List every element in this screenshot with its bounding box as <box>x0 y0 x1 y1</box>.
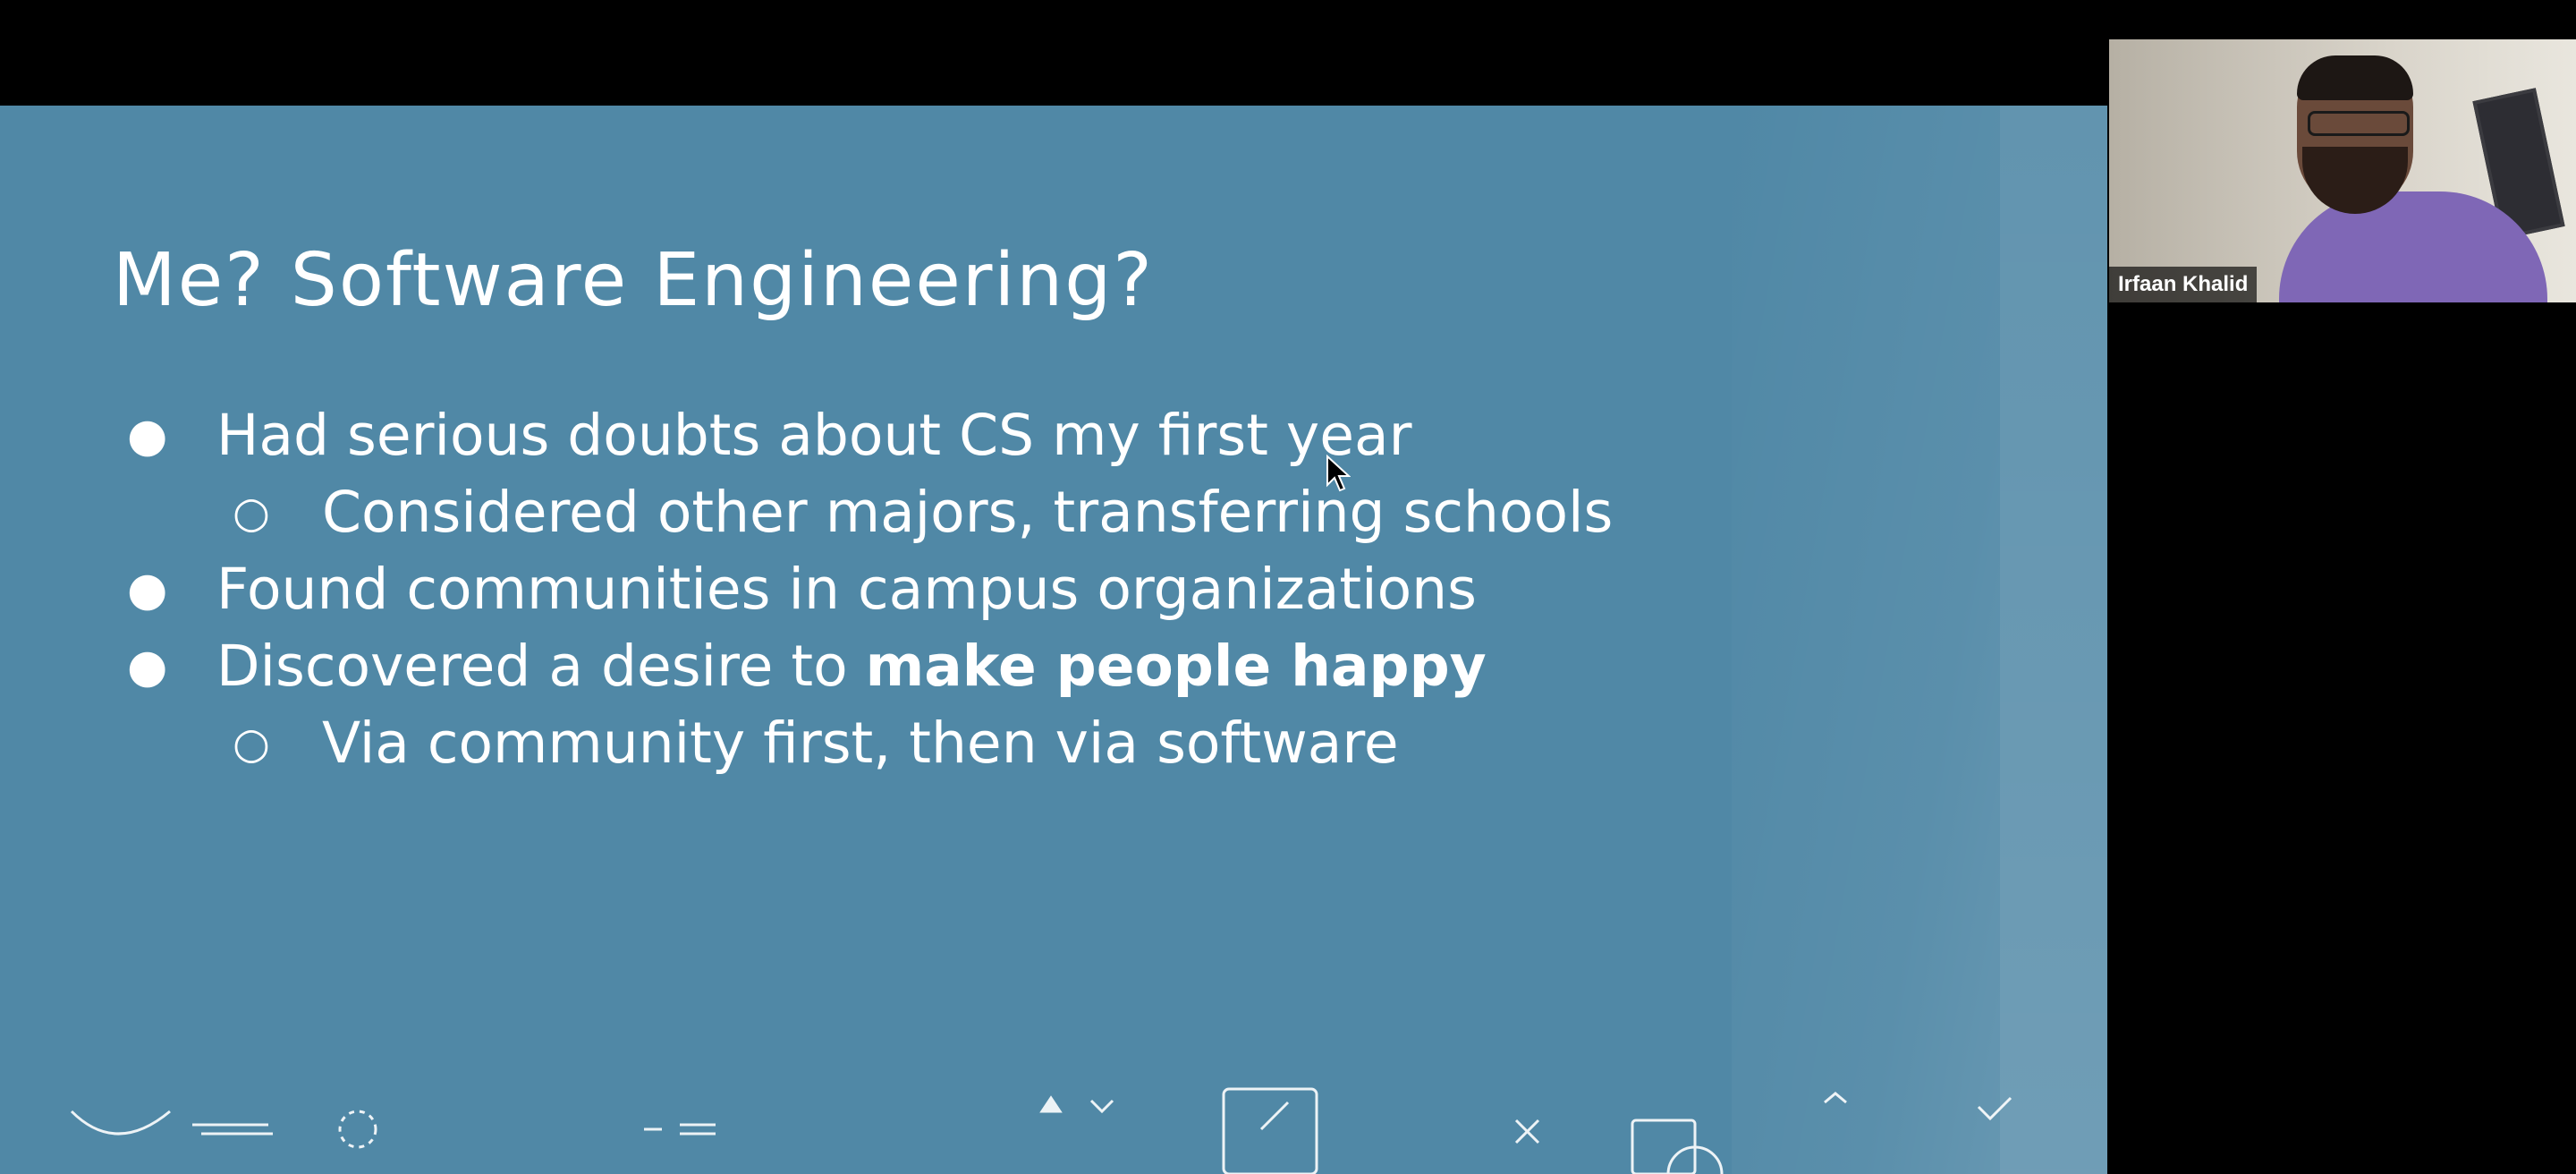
bullet-item: ● Discovered a desire to make people hap… <box>0 628 2107 705</box>
bullet-item: ● Found communities in campus organizati… <box>0 551 2107 628</box>
participant-glasses <box>2308 111 2410 136</box>
dashed-circle-icon <box>338 1110 377 1149</box>
sub-bullet-item: ○ Considered other majors, transferring … <box>0 474 2107 551</box>
sub-bullet-marker: ○ <box>233 488 270 538</box>
slide-footer-doodles <box>0 1085 2107 1174</box>
bullet-marker: ● <box>127 409 168 463</box>
participant-video-tile[interactable]: Irfaan Khalid <box>2109 39 2576 302</box>
pencil-icon <box>1259 1101 1290 1131</box>
phone-icon <box>1222 1087 1318 1174</box>
box-icon <box>1631 1119 1697 1174</box>
chevron-down-icon <box>1089 1099 1114 1114</box>
bullet-text-bold: make people happy <box>865 634 1487 699</box>
doodle-icons <box>70 1087 2012 1174</box>
presentation-slide: Me? Software Engineering? ● Had serious … <box>0 106 2107 1174</box>
bullet-marker: ● <box>127 563 168 617</box>
mouse-cursor-icon <box>1326 455 1351 492</box>
bullet-marker: ● <box>127 640 168 693</box>
bullet-item: ● Had serious doubts about CS my first y… <box>0 397 2107 474</box>
bullet-text: Had serious doubts about CS my first yea… <box>216 403 1412 468</box>
chevron-up-icon <box>1824 1092 1847 1104</box>
sub-bullet-text: Via community first, then via software <box>322 710 1399 776</box>
check-icon <box>1977 1096 2012 1121</box>
triangle-icon <box>1039 1095 1063 1113</box>
bullet-text-plain: Discovered a desire to <box>216 634 866 699</box>
sub-bullet-text: Considered other majors, transferring sc… <box>322 480 1614 545</box>
participant-name-label: Irfaan Khalid <box>2109 267 2258 302</box>
slide-title: Me? Software Engineering? <box>113 238 1154 323</box>
bullet-list: ● Had serious doubts about CS my first y… <box>0 397 2107 782</box>
arc-doodle-icon <box>70 1110 171 1136</box>
bullet-text: Discovered a desire to make people happy <box>216 628 1487 705</box>
participant-hair <box>2297 55 2413 100</box>
sub-bullet-marker: ○ <box>233 719 270 769</box>
sub-bullet-item: ○ Via community first, then via software <box>0 705 2107 782</box>
bullet-text: Found communities in campus organization… <box>216 557 1477 622</box>
